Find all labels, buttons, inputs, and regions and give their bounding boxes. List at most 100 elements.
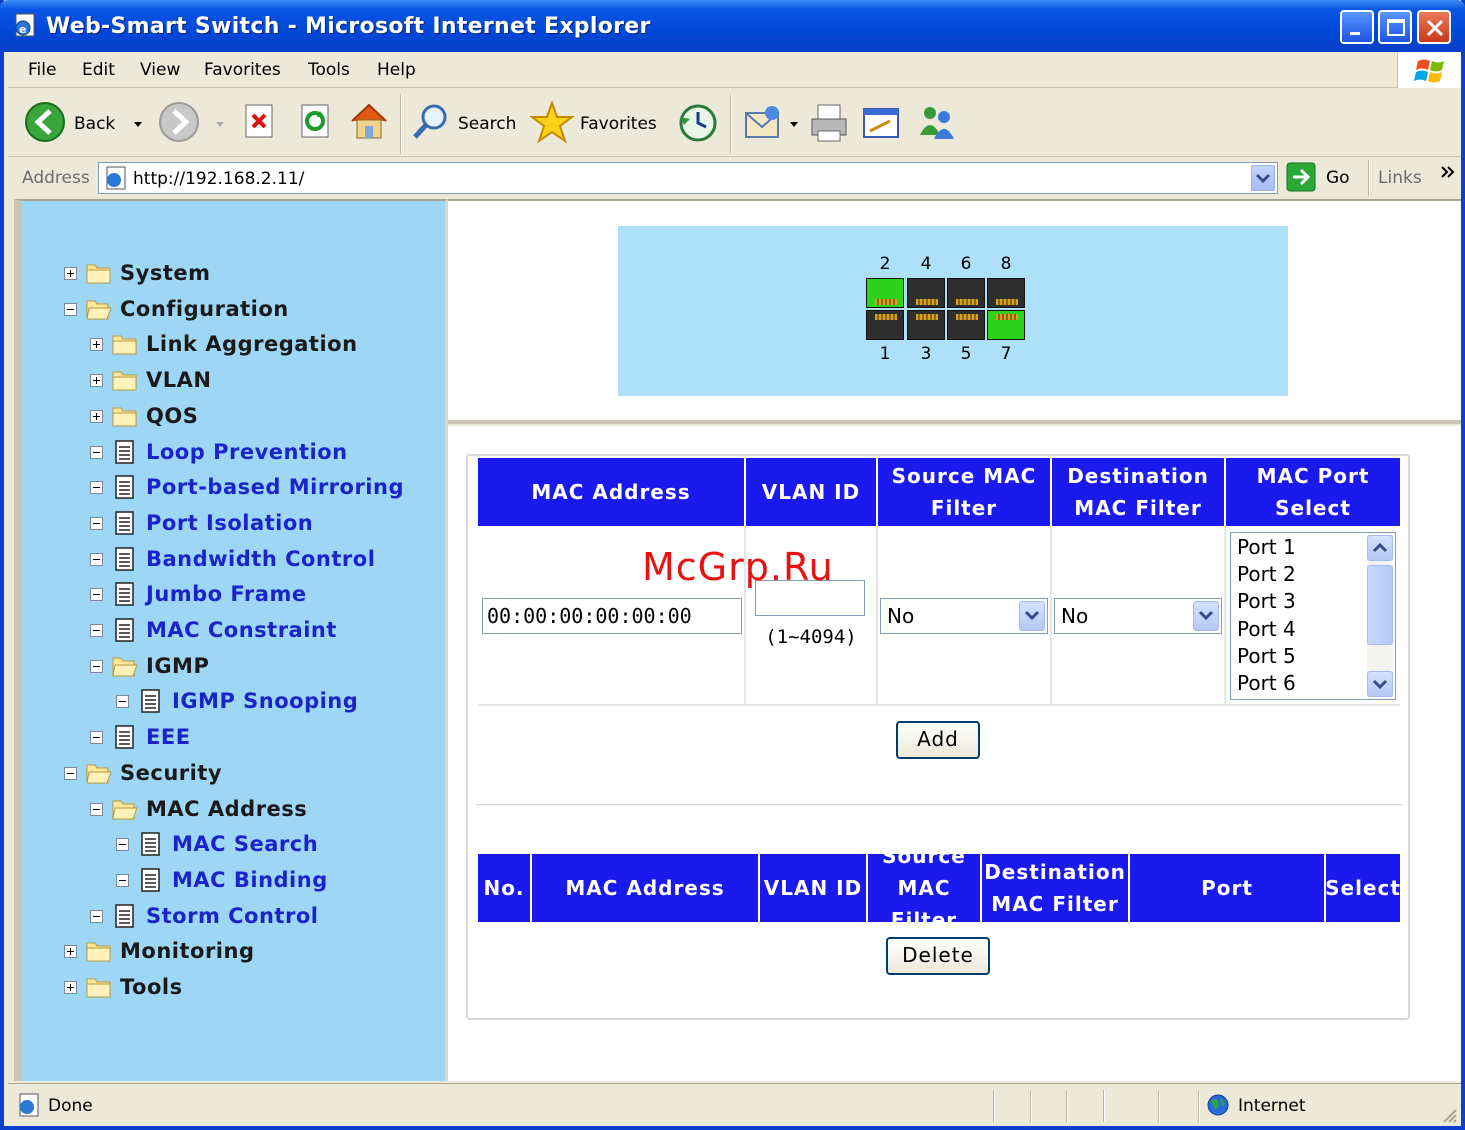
page-icon	[112, 475, 138, 499]
collapse-icon[interactable]	[90, 446, 103, 459]
edit-button[interactable]	[860, 101, 904, 145]
print-button[interactable]	[808, 101, 852, 145]
scroll-up-button[interactable]	[1367, 535, 1393, 561]
port-option[interactable]: Port 4	[1237, 617, 1296, 641]
mac-address-input[interactable]: 00:00:00:00:00:00	[482, 598, 742, 634]
tree-item-label[interactable]: Port Isolation	[146, 511, 313, 535]
mail-button[interactable]	[742, 101, 798, 145]
expand-icon[interactable]	[64, 945, 77, 958]
tree-item-label[interactable]: Port-based Mirroring	[146, 475, 404, 499]
port-option[interactable]: Port 3	[1237, 589, 1296, 613]
forward-button[interactable]	[158, 101, 228, 145]
collapse-icon[interactable]	[64, 303, 77, 316]
menu-tools[interactable]: Tools	[308, 60, 350, 80]
favorites-button[interactable]: Favorites	[529, 100, 660, 145]
resize-grip-icon[interactable]	[1442, 1108, 1458, 1124]
content-frame: MAC Address VLAN ID Source MAC Filter De…	[448, 426, 1461, 1081]
menu-file[interactable]: File	[28, 60, 56, 80]
expand-icon[interactable]	[90, 410, 103, 423]
chevron-right-double-icon[interactable]	[1440, 164, 1456, 180]
menu-favorites[interactable]: Favorites	[204, 60, 281, 80]
port-5[interactable]	[947, 310, 985, 340]
port-7[interactable]	[987, 310, 1025, 340]
collapse-icon[interactable]	[90, 731, 103, 744]
folder-icon	[86, 939, 112, 963]
delete-button[interactable]: Delete	[886, 937, 990, 975]
chevron-up-icon	[1372, 542, 1388, 553]
expand-icon[interactable]	[64, 267, 77, 280]
expand-icon[interactable]	[64, 981, 77, 994]
tree-item-label[interactable]: Jumbo Frame	[146, 582, 307, 606]
tree-item-label: VLAN	[146, 368, 212, 392]
expand-icon[interactable]	[90, 338, 103, 351]
collapse-icon[interactable]	[116, 695, 129, 708]
port-select-listbox[interactable]: Port 1 Port 2 Port 3 Port 4 Port 5 Port …	[1230, 532, 1396, 700]
tree-item-label[interactable]: IGMP Snooping	[172, 689, 358, 713]
back-button[interactable]: Back	[24, 101, 154, 145]
source-filter-select[interactable]: No	[880, 598, 1048, 634]
collapse-icon[interactable]	[90, 481, 103, 494]
port-label-6: 6	[960, 254, 972, 274]
tree-item-label[interactable]: Storm Control	[146, 904, 318, 928]
refresh-button[interactable]	[298, 101, 334, 145]
menu-view[interactable]: View	[140, 60, 180, 80]
close-button[interactable]	[1417, 10, 1451, 44]
collapse-icon[interactable]	[90, 803, 103, 816]
collapse-icon[interactable]	[90, 910, 103, 923]
port-6[interactable]	[947, 278, 985, 308]
page-icon	[115, 475, 134, 499]
address-url: http://192.168.2.11/	[133, 169, 305, 189]
tree-item-label[interactable]: MAC Constraint	[146, 618, 337, 642]
port-option[interactable]: Port 6	[1237, 671, 1296, 695]
tree-item-label: System	[120, 261, 211, 285]
collapse-icon[interactable]	[90, 517, 103, 530]
collapse-icon[interactable]	[90, 553, 103, 566]
collapse-icon[interactable]	[116, 874, 129, 887]
home-button[interactable]	[348, 101, 390, 145]
port-1[interactable]	[866, 310, 904, 340]
tree-item-label[interactable]: EEE	[146, 725, 191, 749]
maximize-button[interactable]	[1378, 10, 1412, 44]
port-2[interactable]	[866, 278, 904, 308]
collapse-icon[interactable]	[116, 838, 129, 851]
collapse-icon[interactable]	[90, 624, 103, 637]
tree-item-label: Tools	[120, 975, 183, 999]
tree-item-label[interactable]: Loop Prevention	[146, 440, 348, 464]
tree-item-label[interactable]: MAC Binding	[172, 868, 328, 892]
search-button[interactable]: Search	[410, 101, 522, 145]
go-button[interactable]: Go	[1286, 162, 1350, 197]
collapse-icon[interactable]	[90, 660, 103, 673]
collapse-icon[interactable]	[90, 588, 103, 601]
address-input[interactable]: http://192.168.2.11/	[98, 162, 1278, 194]
page-icon	[141, 689, 160, 713]
address-dropdown-button[interactable]	[1251, 165, 1275, 191]
tree-item-label[interactable]: Bandwidth Control	[146, 547, 375, 571]
row-border	[478, 704, 1400, 706]
scroll-thumb[interactable]	[1367, 565, 1393, 645]
expand-icon[interactable]	[90, 374, 103, 387]
menu-help[interactable]: Help	[377, 60, 416, 80]
port-3[interactable]	[907, 310, 945, 340]
links-button[interactable]: Links	[1378, 168, 1422, 188]
menu-edit[interactable]: Edit	[82, 60, 115, 80]
address-label: Address	[22, 168, 90, 188]
port-option[interactable]: Port 5	[1237, 644, 1296, 668]
header-vlan-id: VLAN ID	[760, 854, 866, 922]
history-button[interactable]	[676, 101, 720, 145]
cell-border	[876, 526, 878, 706]
port-option[interactable]: Port 2	[1237, 562, 1296, 586]
port-4[interactable]	[907, 278, 945, 308]
go-arrow-icon	[1286, 162, 1316, 192]
listbox-scrollbar[interactable]	[1367, 535, 1393, 697]
collapse-icon[interactable]	[64, 767, 77, 780]
header-no: No.	[478, 854, 530, 922]
destination-filter-select[interactable]: No	[1054, 598, 1222, 634]
minimize-button[interactable]	[1340, 10, 1374, 44]
add-button[interactable]: Add	[896, 721, 980, 759]
tree-item-label[interactable]: MAC Search	[172, 832, 318, 856]
scroll-down-button[interactable]	[1367, 671, 1393, 697]
port-option[interactable]: Port 1	[1237, 535, 1296, 559]
stop-button[interactable]	[242, 101, 278, 145]
messenger-button[interactable]	[914, 101, 964, 145]
port-8[interactable]	[987, 278, 1025, 308]
